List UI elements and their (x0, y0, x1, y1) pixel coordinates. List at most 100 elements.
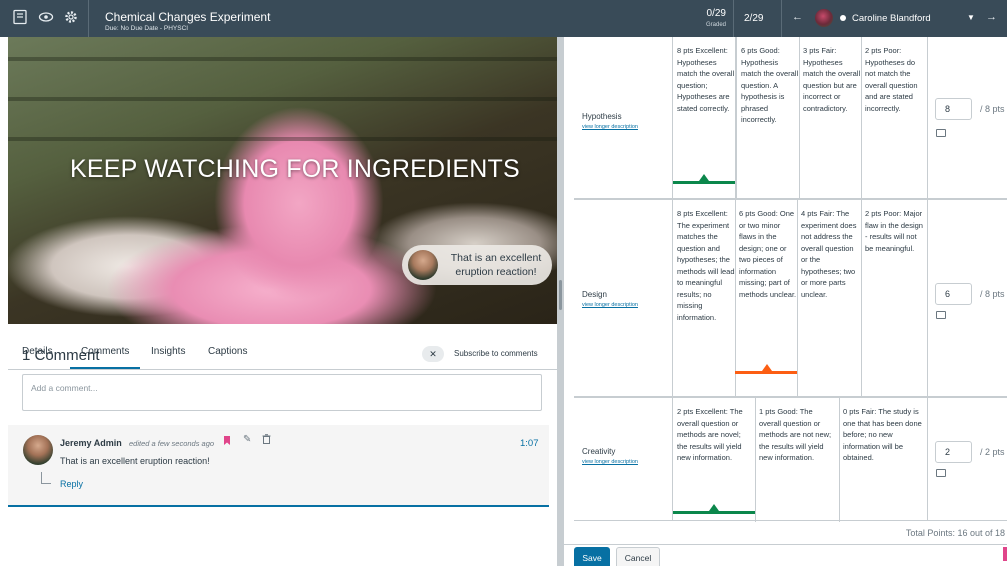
reply-link[interactable]: Reply (60, 479, 83, 489)
next-arrow-icon[interactable]: → (986, 11, 997, 23)
rating-cell[interactable]: 0 pts Fair: The study is one that has be… (843, 406, 923, 464)
comment-count: 1 Comment (22, 347, 100, 364)
rating-divider (735, 200, 736, 398)
graded-count: 0/29 (706, 8, 726, 19)
comment-icon[interactable] (936, 311, 946, 319)
rating-divider (861, 37, 862, 200)
student-avatar (815, 9, 833, 27)
bookmark-icon[interactable] (224, 436, 230, 445)
unsubscribe-button[interactable]: ✕ (422, 346, 444, 362)
rubric-row-design: Design view longer description 8 pts Exc… (574, 199, 1007, 398)
points-max: / 2 pts (980, 447, 1005, 457)
graded-label: Graded (705, 22, 726, 28)
divider (564, 544, 1007, 545)
rating-cell[interactable]: 2 pts Poor: Hypotheses do not match the … (865, 45, 923, 114)
comment-text: That is an excellent eruption reaction! (60, 456, 210, 466)
comment-input[interactable]: Add a comment... (22, 374, 542, 411)
status-indicator (1003, 547, 1007, 561)
chevron-down-icon[interactable]: ▼ (967, 13, 975, 22)
rating-divider (861, 200, 862, 398)
save-button[interactable]: Save (574, 547, 610, 566)
selected-rating-marker (762, 364, 772, 371)
separator (733, 0, 734, 37)
rating-divider (735, 37, 737, 200)
fence-plank (8, 97, 557, 101)
comment-icon[interactable] (936, 469, 946, 477)
cancel-button[interactable]: Cancel (616, 547, 660, 566)
rating-cell[interactable]: 8 pts Excellent: Hypotheses match the ov… (677, 45, 735, 114)
rating-divider (799, 37, 800, 200)
ratings: 8 pts Excellent: Hypotheses match the ov… (672, 37, 918, 200)
selected-rating-bar (673, 511, 755, 514)
points-max: / 8 pts (980, 104, 1005, 114)
rating-cell[interactable]: 2 pts Poor: Major flaw in the design - r… (865, 208, 923, 254)
rating-cell[interactable]: 2 pts Excellent: The overall question or… (677, 406, 751, 464)
due-date: Due: No Due Date - PHYSCI (105, 25, 189, 32)
points-input[interactable]: 6 (935, 283, 972, 305)
ratings: 2 pts Excellent: The overall question or… (672, 398, 922, 522)
student-index: 2/29 (744, 13, 764, 24)
student-name[interactable]: Caroline Blandford (852, 13, 931, 24)
rubric-row-creativity: Creativity view longer description 2 pts… (574, 397, 1007, 522)
comment-bubble[interactable]: That is an excellent eruption reaction! (402, 245, 552, 285)
rating-cell[interactable]: 6 pts Good: One or two minor flaws in th… (739, 208, 797, 300)
divider (8, 369, 557, 370)
criterion-name: Creativity (582, 447, 616, 456)
selected-rating-marker (699, 174, 709, 181)
video-player[interactable]: KEEP WATCHING FOR INGREDIENTS That is an… (8, 37, 557, 324)
tab-insights[interactable]: Insights (151, 346, 185, 357)
rubric-row-hypothesis: Hypothesis view longer description 8 pts… (574, 37, 1007, 200)
rating-cell[interactable]: 8 pts Excellent: The experiment matches … (677, 208, 735, 323)
total-points: Total Points: 16 out of 18 (905, 528, 1005, 538)
view-longer-description-link[interactable]: view longer description (582, 124, 638, 130)
points-max: / 8 pts (980, 289, 1005, 299)
rating-cell[interactable]: 4 pts Fair: The experiment does not addr… (801, 208, 861, 300)
selected-rating-marker (709, 504, 719, 511)
points-input[interactable]: 8 (935, 98, 972, 120)
avatar (23, 435, 53, 465)
drag-handle[interactable] (559, 280, 562, 310)
fence-plank (8, 137, 557, 141)
settings-icon[interactable] (63, 9, 81, 27)
separator (781, 0, 782, 37)
fence-plank (8, 57, 557, 61)
video-caption: KEEP WATCHING FOR INGREDIENTS (70, 155, 520, 183)
comment-timestamp[interactable]: 1:07 (520, 438, 539, 449)
comment-meta: edited a few seconds ago (129, 439, 215, 448)
submission-panel: KEEP WATCHING FOR INGREDIENTS That is an… (0, 37, 557, 566)
subscribe-label[interactable]: Subscribe to comments (454, 349, 538, 358)
tab-captions[interactable]: Captions (208, 346, 247, 357)
points-column: 6 / 8 pts (927, 200, 1005, 396)
gradebook-icon[interactable] (12, 9, 30, 27)
reply-icon (41, 472, 51, 484)
trash-icon[interactable] (262, 434, 271, 447)
rating-cell[interactable]: 6 pts Good: Hypothesis match the overall… (741, 45, 799, 126)
avatar (408, 250, 438, 280)
assignment-title[interactable]: Chemical Changes Experiment (105, 10, 270, 24)
criterion-name: Hypothesis (582, 112, 622, 121)
pencil-icon[interactable]: ✎ (243, 434, 251, 445)
view-longer-description-link[interactable]: view longer description (582, 459, 638, 465)
rating-divider (755, 398, 756, 522)
rating-cell[interactable]: 3 pts Fair: Hypotheses match the overall… (803, 45, 861, 114)
selected-rating-bar (735, 371, 797, 374)
prev-arrow-icon[interactable]: ← (792, 11, 803, 23)
rating-divider (839, 398, 840, 522)
top-bar: Chemical Changes Experiment Due: No Due … (0, 0, 1007, 37)
comment-author: Jeremy Admin (60, 438, 122, 448)
points-column: 2 / 2 pts (927, 398, 1005, 520)
selected-rating-bar (673, 181, 735, 184)
rubric-panel: Hypothesis view longer description 8 pts… (564, 37, 1007, 566)
criterion-name: Design (582, 290, 607, 299)
view-longer-description-link[interactable]: view longer description (582, 302, 638, 308)
bubble-text: That is an excellent eruption reaction! (450, 252, 542, 278)
points-column: 8 / 8 pts (927, 37, 1005, 198)
rating-cell[interactable]: 1 pts Good: The overall question or meth… (759, 406, 835, 464)
eye-icon[interactable] (38, 9, 56, 27)
comment-icon[interactable] (936, 129, 946, 137)
assignment-title-block: Chemical Changes Experiment Due: No Due … (88, 0, 270, 37)
ratings: 8 pts Excellent: The experiment matches … (672, 200, 923, 398)
points-input[interactable]: 2 (935, 441, 972, 463)
comment-item: Jeremy Admin edited a few seconds ago ✎ … (8, 425, 549, 507)
status-dot (840, 15, 846, 21)
